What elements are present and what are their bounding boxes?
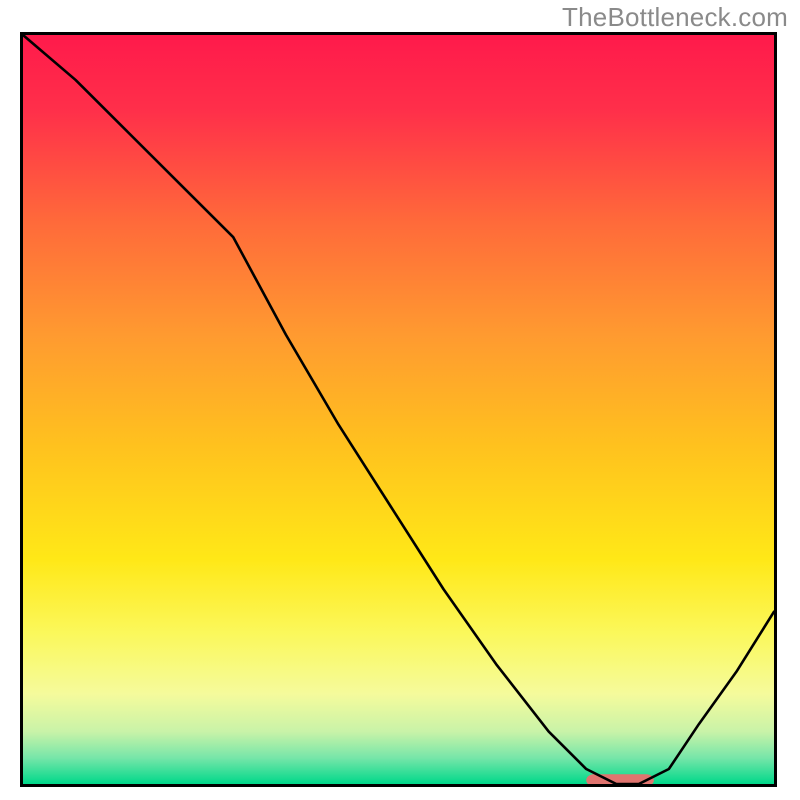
chart-svg: [23, 35, 774, 784]
gradient-background: [23, 35, 774, 784]
plot-area: [20, 32, 777, 787]
watermark-text: TheBottleneck.com: [562, 2, 788, 33]
chart-frame: TheBottleneck.com: [0, 0, 800, 800]
